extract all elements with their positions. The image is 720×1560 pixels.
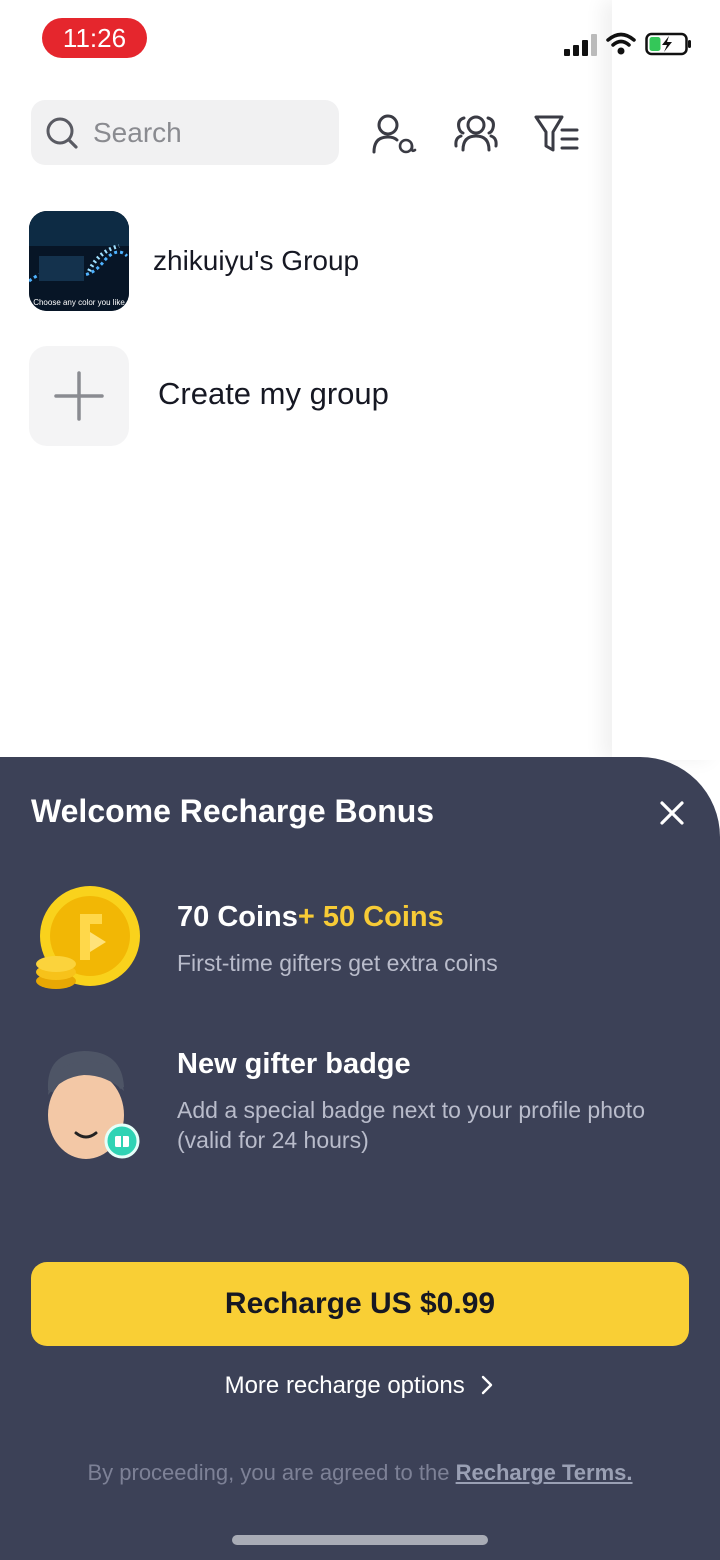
group-item[interactable]: Choose any color you like zhikuiyu's Gro…: [29, 211, 449, 311]
status-icons: [560, 30, 700, 58]
led-room-thumbnail: [29, 211, 129, 311]
mention-contact-icon[interactable]: [370, 110, 418, 158]
filter-list-icon[interactable]: [532, 110, 580, 158]
plus-icon: [54, 371, 104, 421]
group-name: zhikuiyu's Group: [153, 245, 360, 276]
more-recharge-options-link[interactable]: More recharge options: [0, 1372, 720, 1400]
chevron-right-icon: [482, 1375, 493, 1395]
group-avatar: Choose any color you like: [29, 211, 129, 311]
sheet-title: Welcome Recharge Bonus: [31, 793, 435, 829]
create-group-tile: [29, 346, 129, 446]
wifi-icon: [606, 32, 636, 55]
recharge-button[interactable]: Recharge US $0.99: [31, 1262, 689, 1346]
benefit-badge-head: New gifter badge: [177, 1048, 411, 1080]
benefit-badge-sub: Add a special badge next to your profile…: [177, 1097, 645, 1153]
recharge-bonus-sheet: Welcome Recharge Bonus 70 Coins+ 50 Coin…: [0, 757, 720, 1560]
background-panel-edge: [612, 0, 720, 760]
status-time: 11:26: [42, 18, 147, 58]
terms-prefix: By proceeding, you are agreed to the: [87, 1460, 456, 1485]
close-icon[interactable]: [656, 797, 688, 829]
benefit-coins-head: 70 Coins+ 50 Coins: [177, 901, 444, 934]
coins-base: 70 Coins: [177, 901, 298, 933]
recharge-terms-link[interactable]: Recharge Terms.: [456, 1460, 633, 1485]
gifter-avatar-icon: [47, 1051, 140, 1159]
home-indicator[interactable]: [232, 1535, 488, 1545]
coin-icon: [36, 886, 140, 989]
battery-charging-icon: [645, 32, 691, 56]
friends-icon[interactable]: [452, 110, 500, 158]
create-group-item[interactable]: Create my group: [29, 346, 449, 446]
more-recharge-label: More recharge options: [224, 1372, 465, 1399]
search-bar[interactable]: Search: [31, 100, 339, 165]
terms-text: By proceeding, you are agreed to the Rec…: [0, 1460, 720, 1486]
search-placeholder: Search: [93, 117, 182, 148]
coins-bonus: + 50 Coins: [297, 901, 444, 933]
search-icon: [46, 117, 78, 149]
signal-icon: [564, 32, 598, 56]
create-group-label: Create my group: [158, 376, 389, 411]
benefit-coins-sub: First-time gifters get extra coins: [177, 950, 498, 976]
thumbnail-caption: Choose any color you like: [33, 298, 125, 307]
